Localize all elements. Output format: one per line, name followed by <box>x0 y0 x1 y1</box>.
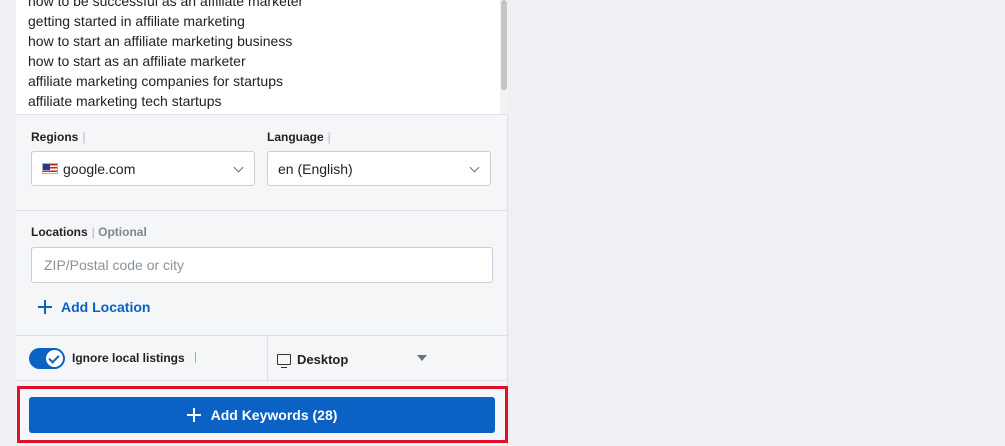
keyword-line: getting started in affiliate marketing <box>28 13 245 29</box>
regions-label: Regions | <box>31 130 85 144</box>
device-select[interactable]: Desktop <box>277 348 437 370</box>
device-label: Desktop <box>297 351 349 367</box>
keyword-line: how to be successful as an affiliate mar… <box>28 0 304 9</box>
divider <box>267 336 268 382</box>
keywords-scrollbar[interactable] <box>500 0 508 114</box>
keyword-line: affiliate marketing companies for startu… <box>28 73 283 89</box>
locations-label: Locations | Optional <box>31 225 147 239</box>
info-separator: | <box>194 351 197 363</box>
check-icon <box>46 350 63 367</box>
plus-icon <box>38 300 52 314</box>
language-value: en (English) <box>278 160 353 177</box>
location-input[interactable] <box>31 247 493 283</box>
info-separator: | <box>327 130 331 144</box>
add-location-label: Add Location <box>61 299 151 315</box>
add-location-button[interactable]: Add Location <box>38 299 150 315</box>
chevron-down-icon <box>233 162 244 173</box>
highlight-box <box>17 386 508 443</box>
chevron-down-icon <box>469 162 480 173</box>
options-row: Ignore local listings | Desktop <box>16 335 508 382</box>
language-select[interactable]: en (English) <box>267 151 491 186</box>
add-keywords-panel: how to be successful as an affiliate mar… <box>16 0 508 446</box>
left-gutter <box>0 0 16 446</box>
info-separator: | <box>82 130 86 144</box>
regions-value: google.com <box>63 160 136 177</box>
keyword-line: affiliate marketing tech startups <box>28 93 222 109</box>
keyword-line: how to start as an affiliate marketer <box>28 53 246 69</box>
caret-down-icon[interactable] <box>417 355 427 361</box>
ignore-local-toggle[interactable] <box>29 348 65 369</box>
language-label: Language | <box>267 130 331 144</box>
regions-select[interactable]: google.com <box>31 151 255 186</box>
divider <box>16 210 508 211</box>
us-flag-icon <box>42 163 58 174</box>
desktop-icon <box>277 353 291 368</box>
ignore-local-label: Ignore local listings <box>72 351 185 365</box>
keywords-list: how to be successful as an affiliate mar… <box>28 0 303 111</box>
info-separator: | <box>91 225 95 239</box>
main-content-area <box>508 0 1005 446</box>
optional-tag: Optional <box>98 225 147 239</box>
locations-label-text: Locations <box>31 225 88 239</box>
language-label-text: Language <box>267 130 324 144</box>
scrollbar-thumb[interactable] <box>501 0 507 90</box>
keyword-line: how to start an affiliate marketing busi… <box>28 33 293 49</box>
keywords-textarea[interactable]: how to be successful as an affiliate mar… <box>16 0 508 115</box>
regions-label-text: Regions <box>31 130 79 144</box>
